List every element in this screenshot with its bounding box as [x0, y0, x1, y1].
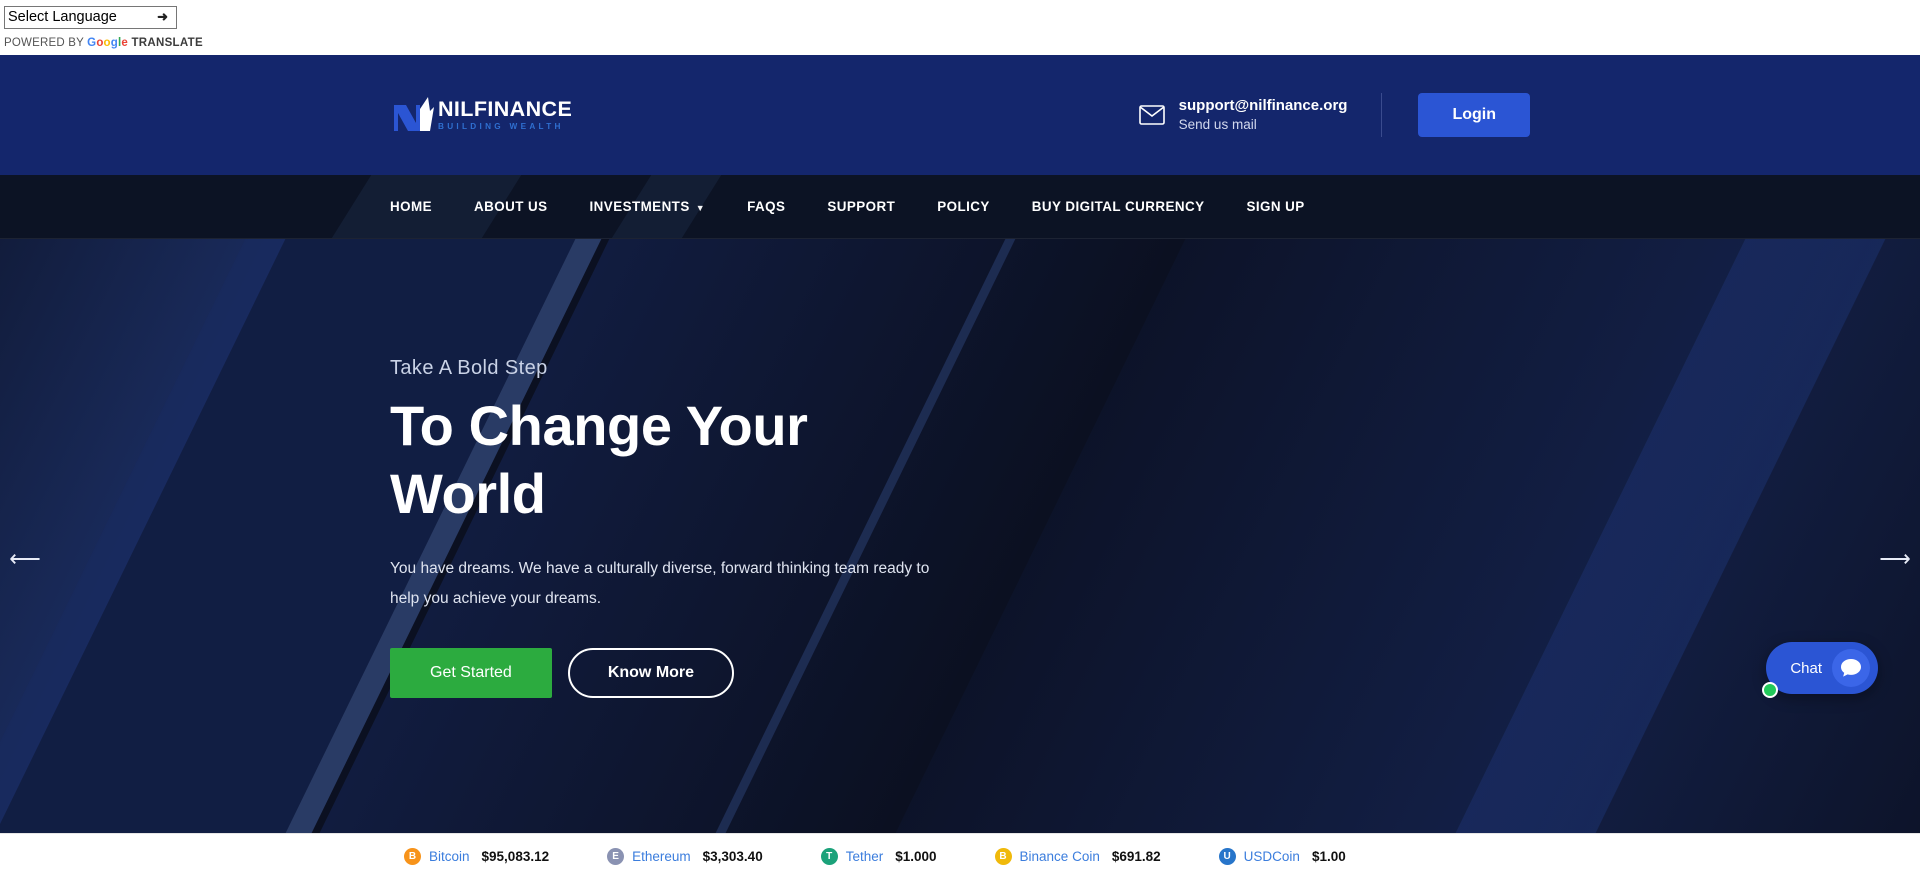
nav-item-label: SIGN UP [1246, 199, 1305, 214]
hero-eyebrow: Take A Bold Step [390, 357, 548, 379]
chat-label: Chat [1790, 659, 1822, 677]
login-button[interactable]: Login [1418, 93, 1530, 137]
arrow-left-icon[interactable]: ⟵ [2, 546, 48, 572]
nav-item-label: BUY DIGITAL CURRENCY [1031, 199, 1205, 214]
logo-wordmark: NILFINANCE [438, 96, 573, 121]
chat-widget[interactable]: Chat [1762, 642, 1878, 698]
ticker-item[interactable]: T Tether $1.000 [820, 847, 937, 865]
know-more-button[interactable]: Know More [567, 648, 735, 698]
crypto-ticker[interactable]: B Bitcoin $95,083.12 E Ethereum $3,303.40 T Tet… [0, 833, 1920, 878]
coin-price: $691.82 [1111, 848, 1161, 864]
arrow-right-icon[interactable]: ⟶ [1872, 546, 1918, 572]
nav-item-buy-digital-currency[interactable]: BUY DIGITAL CURRENCY [1011, 199, 1226, 214]
nav-item-label: POLICY [937, 199, 990, 214]
nav-item-support[interactable]: SUPPORT [806, 199, 916, 214]
coin-name: USDCoin [1243, 848, 1300, 864]
nav-item-label: HOME [390, 199, 432, 214]
support-email: support@nilfinance.org [1178, 97, 1348, 114]
language-select[interactable]: Select Language [4, 6, 177, 29]
arrow-up-logo-icon [390, 95, 442, 135]
ticker-item[interactable]: U USDCoin $1.00 [1218, 847, 1346, 865]
contact-mail-block[interactable]: support@nilfinance.org Send us mail [1138, 96, 1382, 134]
nav-item-label: ABOUT US [473, 199, 548, 214]
nav-item-faqs[interactable]: FAQS [726, 199, 806, 214]
coin-name: Binance Coin [1019, 848, 1100, 864]
coin-icon: T [820, 847, 838, 865]
hero-description: You have dreams. We have a culturally di… [390, 560, 930, 607]
coin-price: $1.000 [895, 848, 937, 864]
get-started-button[interactable]: Get Started [390, 648, 552, 698]
chat-bubble-icon [1762, 649, 1870, 698]
envelope-icon [1138, 104, 1165, 126]
nav-item-sign-up[interactable]: SIGN UP [1225, 199, 1325, 214]
site-logo[interactable]: NILFINANCE BUILDING WEALTH [390, 95, 572, 135]
nav-item-label: FAQS [747, 199, 786, 214]
coin-icon: E [607, 847, 625, 865]
coin-price: $95,083.12 [481, 848, 550, 864]
language-select-wrapper[interactable]: Select Language ➜ [4, 6, 177, 29]
coin-name: Ethereum [632, 848, 691, 864]
site-header: NILFINANCE BUILDING WEALTH support@nilfi… [0, 55, 1920, 175]
hero-title-line-1: To Change Your [390, 394, 808, 457]
nav-item-about-us[interactable]: ABOUT US [453, 199, 569, 214]
nav-item-label: INVESTMENTS [589, 199, 690, 214]
ticker-item[interactable]: E Ethereum $3,303.40 [607, 847, 763, 865]
coin-price: $3,303.40 [702, 848, 763, 864]
header-divider [1381, 93, 1383, 137]
powered-by-label: POWERED BY [4, 37, 84, 49]
nav-item-home[interactable]: HOME [390, 199, 453, 214]
logo-tagline: BUILDING WEALTH [438, 121, 564, 131]
coin-name: Bitcoin [429, 848, 470, 864]
main-navigation: HOME ABOUT US INVESTMENTS ▼ FAQS SUPPORT POLIC… [0, 175, 1920, 239]
nav-item-policy[interactable]: POLICY [916, 199, 1011, 214]
powered-by-google-translate: POWERED BY Google TRANSLATE [4, 37, 1920, 49]
ticker-item[interactable]: B Binance Coin $691.82 [994, 847, 1161, 865]
coin-name: Tether [845, 848, 884, 864]
hero-section: ⟵ ⟶ Take A Bold Step To Change Your Worl… [0, 239, 1920, 878]
nav-item-label: SUPPORT [827, 199, 896, 214]
coin-icon: B [404, 847, 421, 865]
chevron-down-icon: ▼ [695, 202, 706, 213]
coin-icon: U [1218, 847, 1236, 865]
nav-item-investments[interactable]: INVESTMENTS ▼ [569, 199, 727, 214]
hero-title-line-2: World [390, 462, 546, 525]
google-translate-bar: Select Language ➜ POWERED BY Google TRAN… [0, 0, 1920, 55]
hero-title: To Change Your World [390, 392, 850, 528]
coin-price: $1.00 [1311, 848, 1346, 864]
translate-label: TRANSLATE [131, 37, 203, 49]
google-wordmark: Google [87, 37, 129, 49]
support-email-subtitle: Send us mail [1178, 117, 1257, 132]
coin-icon: B [994, 847, 1012, 865]
hero-actions: Get Started Know More [390, 648, 1530, 698]
ticker-item[interactable]: B Bitcoin $95,083.12 [404, 847, 550, 865]
